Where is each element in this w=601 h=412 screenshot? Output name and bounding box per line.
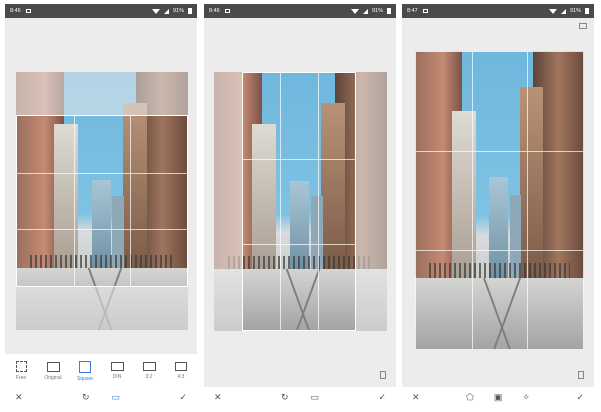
battery-icon <box>585 8 589 14</box>
close-icon[interactable]: ✕ <box>214 392 222 402</box>
ratio-3-2-icon <box>142 362 156 371</box>
status-time: 8:46 <box>209 8 220 14</box>
din-icon <box>110 362 124 371</box>
status-bar: 8:46 91% <box>5 4 197 18</box>
aspect-3-2[interactable]: 3:2 <box>134 362 164 380</box>
crop-frame[interactable] <box>16 115 188 287</box>
crop-dim-top <box>16 72 188 115</box>
free-crop-icon <box>15 361 27 372</box>
aspect-label: Square <box>76 375 94 382</box>
bookmark-icon[interactable] <box>380 371 386 379</box>
battery-percent: 91% <box>569 8 581 14</box>
image-icon <box>46 361 60 372</box>
status-bar: 8:47 91% <box>402 4 594 18</box>
aspect-free[interactable]: Free <box>6 361 36 381</box>
screen-crop-aspect: 8:46 91% Free Original Square DIN 3:2 4:… <box>5 4 197 407</box>
crop-dim-right <box>356 72 387 331</box>
aspect-4-3[interactable]: 4:3 <box>166 362 196 380</box>
aspect-label: 3:2 <box>145 374 153 380</box>
notification-icon <box>224 9 230 13</box>
screen-perspective: 8:47 91% ✕ ⬠ ▣ ✧ ✓ <box>402 4 594 407</box>
bottom-toolbar: ✕ ⬠ ▣ ✧ ✓ <box>402 387 594 407</box>
aspect-ratio-icon[interactable]: ▭ <box>112 392 121 402</box>
notification-icon <box>25 9 31 13</box>
wifi-icon <box>151 8 160 14</box>
bottom-toolbar: ✕ ↻ ▭ ✓ <box>5 387 197 407</box>
aspect-ratio-icon[interactable]: ▭ <box>311 392 320 402</box>
wifi-icon <box>548 8 557 14</box>
bottom-toolbar: ✕ ↻ ▭ ✓ <box>204 387 396 407</box>
aspect-original[interactable]: Original <box>38 361 68 381</box>
perspective-icon[interactable]: ⬠ <box>466 392 474 402</box>
crop-frame[interactable] <box>242 72 356 331</box>
ratio-4-3-icon <box>175 362 187 371</box>
aspect-label: DIN <box>112 374 122 380</box>
aspect-label: Original <box>44 374 62 381</box>
aspect-label: 4:3 <box>177 374 185 380</box>
battery-icon <box>387 8 391 14</box>
aspect-ratio-bar: Free Original Square DIN 3:2 4:3 <box>5 354 197 388</box>
battery-percent: 91% <box>172 8 184 14</box>
signal-icon <box>362 8 368 14</box>
screen-crop-square: 8:46 91% ✕ ↻ ▭ ✓ <box>204 4 396 407</box>
aspect-din[interactable]: DIN <box>102 362 132 380</box>
perspective-frame[interactable] <box>415 51 584 350</box>
auto-fix-icon[interactable]: ✧ <box>522 392 530 402</box>
crop-dim-bottom <box>16 287 188 330</box>
signal-icon <box>163 8 169 14</box>
signal-icon <box>560 8 566 14</box>
rotate-icon[interactable]: ↻ <box>281 392 289 402</box>
checkmark-icon[interactable]: ✓ <box>179 392 187 402</box>
close-icon[interactable]: ✕ <box>412 392 420 402</box>
aspect-square[interactable]: Square <box>70 360 100 382</box>
notification-icon <box>422 9 428 13</box>
square-icon <box>79 360 91 373</box>
status-time: 8:47 <box>407 8 418 14</box>
checkmark-icon[interactable]: ✓ <box>378 392 386 402</box>
close-icon[interactable]: ✕ <box>15 392 23 402</box>
compare-icon[interactable] <box>579 23 587 29</box>
bookmark-icon[interactable] <box>578 371 584 379</box>
status-time: 8:46 <box>10 8 21 14</box>
rotate-icon[interactable]: ↻ <box>82 392 90 402</box>
expand-icon[interactable]: ▣ <box>494 392 503 402</box>
wifi-icon <box>350 8 359 14</box>
crop-dim-left <box>214 72 242 331</box>
status-bar: 8:46 91% <box>204 4 396 18</box>
battery-percent: 91% <box>371 8 383 14</box>
battery-icon <box>188 8 192 14</box>
checkmark-icon[interactable]: ✓ <box>576 392 584 402</box>
aspect-label: Free <box>15 375 27 381</box>
